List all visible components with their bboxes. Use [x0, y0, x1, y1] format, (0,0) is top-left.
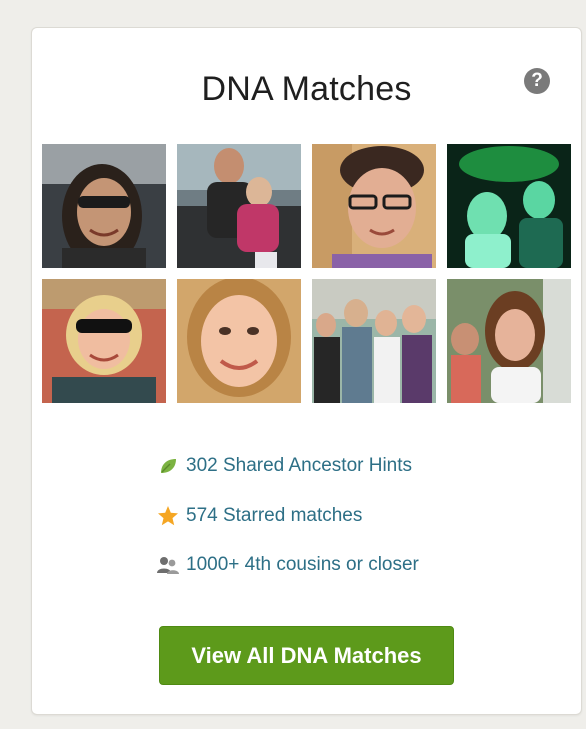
starred-matches-label: 574 Starred matches — [186, 505, 363, 526]
card-title: DNA Matches — [201, 70, 412, 108]
fourth-cousins-link[interactable]: 1000+ 4th cousins or closer — [156, 552, 419, 578]
shared-ancestor-hints-label: 302 Shared Ancestor Hints — [186, 455, 413, 476]
match-photo[interactable] — [177, 279, 301, 403]
fourth-cousins-label: 1000+ 4th cousins or closer — [186, 554, 419, 575]
match-photo[interactable] — [42, 144, 166, 268]
starred-matches-link[interactable]: 574 Starred matches — [156, 503, 362, 529]
match-photo[interactable] — [42, 279, 166, 403]
view-all-dna-matches-button[interactable]: View All DNA Matches — [159, 626, 454, 685]
star-icon — [156, 504, 180, 528]
match-photo[interactable] — [312, 144, 436, 268]
question-circle-icon[interactable]: ? — [524, 68, 550, 94]
dna-matches-card: DNA Matches ? 302 Shared Ancestor Hints … — [31, 27, 582, 715]
leaf-icon — [156, 454, 180, 478]
shared-ancestor-hints-link[interactable]: 302 Shared Ancestor Hints — [156, 453, 412, 479]
match-photo[interactable] — [177, 144, 301, 268]
people-icon — [156, 553, 180, 577]
match-photo[interactable] — [447, 279, 571, 403]
match-photo[interactable] — [447, 144, 571, 268]
match-photo[interactable] — [312, 279, 436, 403]
